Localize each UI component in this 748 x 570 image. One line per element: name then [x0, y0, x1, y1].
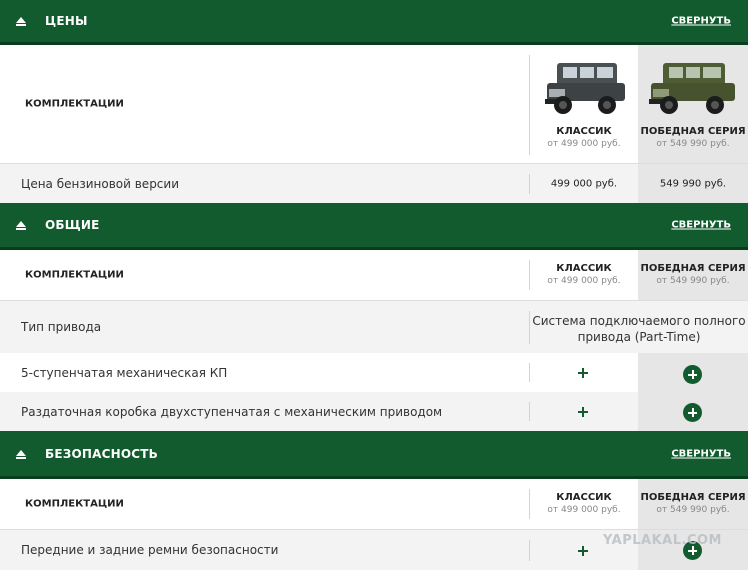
- plus-icon: [578, 546, 588, 556]
- trim-header-row: КОМПЛЕКТАЦИИ КЛАССИК от 499 000 руб. ПОБ…: [0, 479, 748, 529]
- trim-victory-header: ПОБЕДНАЯ СЕРИЯ от 549 990 руб.: [638, 125, 748, 151]
- trim-header-row: КОМПЛЕКТАЦИИ КЛАССИК от 499 000 руб. ПОБ…: [0, 250, 748, 300]
- trim-price-from: от 499 000 руб.: [547, 505, 621, 515]
- trim-name: ПОБЕДНАЯ СЕРИЯ: [640, 492, 746, 503]
- trim-price-from: от 499 000 руб.: [547, 139, 621, 149]
- trim-name: ПОБЕДНАЯ СЕРИЯ: [640, 126, 746, 137]
- trim-price-from: от 499 000 руб.: [547, 276, 621, 286]
- plus-circle-icon: [683, 365, 702, 384]
- trim-classic-header: КЛАССИК от 499 000 руб.: [530, 491, 638, 517]
- drive-type-row: Тип привода Система подключаемого полног…: [0, 300, 748, 353]
- trim-victory-header: ПОБЕДНАЯ СЕРИЯ от 549 990 руб.: [638, 491, 748, 517]
- trim-classic-header: КЛАССИК от 499 000 руб.: [530, 262, 638, 288]
- price-row: Цена бензиновой версии 499 000 руб. 549 …: [0, 163, 748, 203]
- feature-row: 5-ступенчатая механическая КП: [0, 353, 748, 392]
- trim-name: ПОБЕДНАЯ СЕРИЯ: [640, 263, 746, 274]
- car-classic-image: [545, 63, 625, 114]
- collapse-arrow-icon[interactable]: [16, 449, 26, 459]
- plus-icon: [578, 368, 588, 378]
- drive-type-value: Система подключаемого полного привода (P…: [532, 314, 746, 344]
- price-victory: 549 990 руб.: [659, 178, 727, 189]
- section-header-general[interactable]: ОБЩИЕ СВЕРНУТЬ: [0, 203, 748, 250]
- komplektacii-label: КОМПЛЕКТАЦИИ: [25, 269, 124, 281]
- trim-header-row: КОМПЛЕКТАЦИИ КЛАССИК от 499 000 руб. ПОБ…: [0, 45, 748, 163]
- section-header-safety[interactable]: БЕЗОПАСНОСТЬ СВЕРНУТЬ: [0, 431, 748, 479]
- komplektacii-label: КОМПЛЕКТАЦИИ: [25, 98, 124, 110]
- collapse-link[interactable]: СВЕРНУТЬ: [671, 448, 731, 459]
- row-label: 5-ступенчатая механическая КП: [21, 365, 228, 380]
- trim-name: КЛАССИК: [556, 126, 612, 137]
- trim-classic-header: КЛАССИК от 499 000 руб.: [530, 125, 638, 151]
- trim-name: КЛАССИК: [556, 263, 612, 274]
- trim-name: КЛАССИК: [556, 492, 612, 503]
- section-title: БЕЗОПАСНОСТЬ: [45, 446, 158, 461]
- feature-row: Раздаточная коробка двухступенчатая с ме…: [0, 392, 748, 431]
- watermark: YAPLAKAL.COM: [603, 533, 722, 548]
- car-victory-image: [649, 63, 735, 114]
- komplektacii-label: КОМПЛЕКТАЦИИ: [25, 498, 124, 510]
- section-title: ОБЩИЕ: [45, 218, 100, 232]
- collapse-arrow-icon[interactable]: [16, 221, 26, 230]
- trim-price-from: от 549 990 руб.: [656, 139, 730, 149]
- plus-icon: [578, 407, 588, 417]
- collapse-arrow-icon[interactable]: [16, 17, 26, 26]
- trim-victory-header: ПОБЕДНАЯ СЕРИЯ от 549 990 руб.: [638, 262, 748, 288]
- plus-circle-icon: [683, 403, 702, 422]
- section-header-prices[interactable]: ЦЕНЫ СВЕРНУТЬ: [0, 0, 748, 45]
- row-label: Передние и задние ремни безопасности: [21, 543, 279, 557]
- section-title: ЦЕНЫ: [45, 14, 88, 28]
- collapse-link[interactable]: СВЕРНУТЬ: [671, 220, 731, 231]
- trim-price-from: от 549 990 руб.: [656, 505, 730, 515]
- trim-price-from: от 549 990 руб.: [656, 276, 730, 286]
- row-label: Тип привода: [21, 320, 102, 334]
- row-label: Цена бензиновой версии: [21, 176, 180, 191]
- row-label: Раздаточная коробка двухступенчатая с ме…: [21, 404, 443, 419]
- collapse-link[interactable]: СВЕРНУТЬ: [671, 16, 731, 27]
- price-classic: 499 000 руб.: [550, 178, 618, 189]
